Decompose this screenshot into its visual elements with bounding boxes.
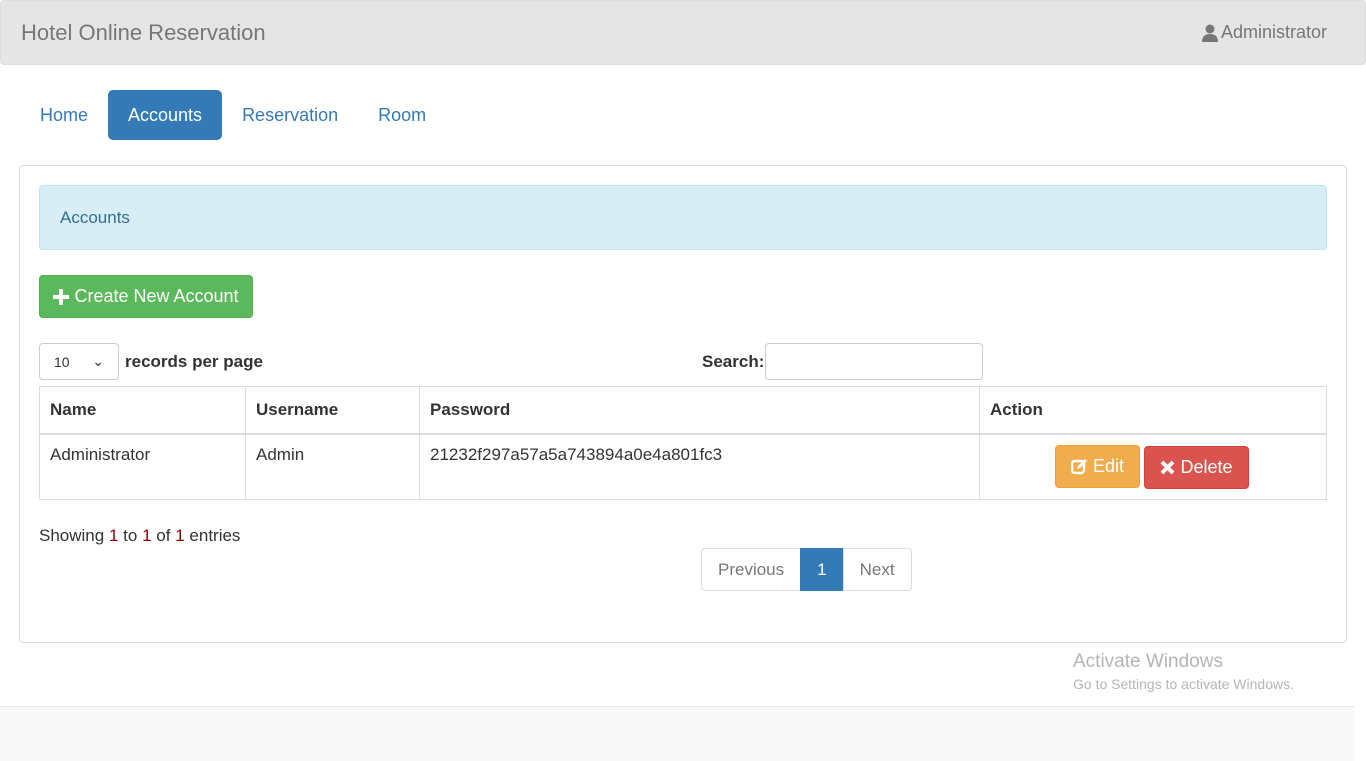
pagination: Previous 1 Next	[701, 548, 912, 591]
delete-button[interactable]: Delete	[1144, 445, 1249, 489]
create-account-label: Create New Account	[74, 286, 239, 306]
watermark-subtitle: Go to Settings to activate Windows.	[1073, 676, 1294, 692]
info-to-word: to	[123, 526, 138, 545]
watermark-title: Activate Windows	[1073, 651, 1223, 672]
cell-action: Edit Delete	[979, 433, 1327, 500]
create-account-button[interactable]: Create New Account	[39, 275, 253, 318]
info-of-word: of	[156, 526, 171, 545]
user-icon	[1201, 24, 1218, 42]
info-from: 1	[108, 526, 119, 545]
info-prefix: Showing	[39, 526, 105, 545]
column-header-action[interactable]: Action	[979, 386, 1327, 435]
page-size-control: 10 ⌄ records per page	[39, 343, 263, 380]
tab-reservation[interactable]: Reservation	[222, 90, 358, 140]
delete-label: Delete	[1180, 456, 1233, 477]
cell-username: Admin	[245, 433, 420, 500]
edit-label: Edit	[1092, 455, 1125, 476]
next-page-button[interactable]: Next	[842, 548, 912, 591]
cell-name: Administrator	[39, 433, 246, 500]
page-size-select[interactable]: 10 ⌄	[39, 343, 119, 380]
plus-icon	[53, 288, 70, 305]
navbar: Hotel Online Reservation Administrator	[0, 0, 1366, 65]
accounts-table: Name Username Password Action Administra…	[39, 386, 1327, 500]
panel-heading: Accounts	[39, 185, 1327, 250]
main-tabs: Home Accounts Reservation Room	[20, 90, 446, 140]
records-label: records per page	[125, 351, 263, 371]
info-to: 1	[142, 526, 152, 545]
previous-page-button[interactable]: Previous	[701, 548, 802, 591]
tab-room[interactable]: Room	[358, 90, 446, 140]
close-icon	[1161, 460, 1175, 474]
table-row: Administrator Admin 21232f297a57a5a74389…	[39, 433, 1327, 500]
user-menu[interactable]: Administrator	[1201, 22, 1327, 43]
column-header-password[interactable]: Password	[419, 386, 980, 435]
page-size-value: 10	[54, 353, 70, 370]
search-input[interactable]	[765, 343, 984, 380]
tab-home[interactable]: Home	[20, 90, 108, 140]
brand-title[interactable]: Hotel Online Reservation	[21, 20, 266, 46]
cell-password: 21232f297a57a5a743894a0e4a801fc3	[419, 433, 980, 500]
info-suffix: entries	[189, 526, 241, 545]
chevron-down-icon: ⌄	[92, 353, 104, 369]
footer	[0, 706, 1354, 761]
activate-windows-watermark: Activate Windows Go to Settings to activ…	[1073, 651, 1294, 692]
column-header-username[interactable]: Username	[245, 386, 420, 435]
user-name: Administrator	[1220, 22, 1327, 42]
tab-accounts[interactable]: Accounts	[108, 90, 223, 140]
column-header-name[interactable]: Name	[39, 386, 246, 435]
page-1-button[interactable]: 1	[800, 548, 844, 591]
info-total: 1	[175, 526, 185, 545]
accounts-panel: Accounts Create New Account 10 ⌄ records …	[19, 165, 1347, 643]
table-info: Showing 1 to 1 of 1 entries	[39, 526, 240, 546]
edit-button[interactable]: Edit	[1055, 444, 1140, 488]
search-control: Search:	[702, 343, 984, 380]
search-label: Search:	[702, 351, 765, 371]
edit-icon	[1070, 458, 1087, 474]
